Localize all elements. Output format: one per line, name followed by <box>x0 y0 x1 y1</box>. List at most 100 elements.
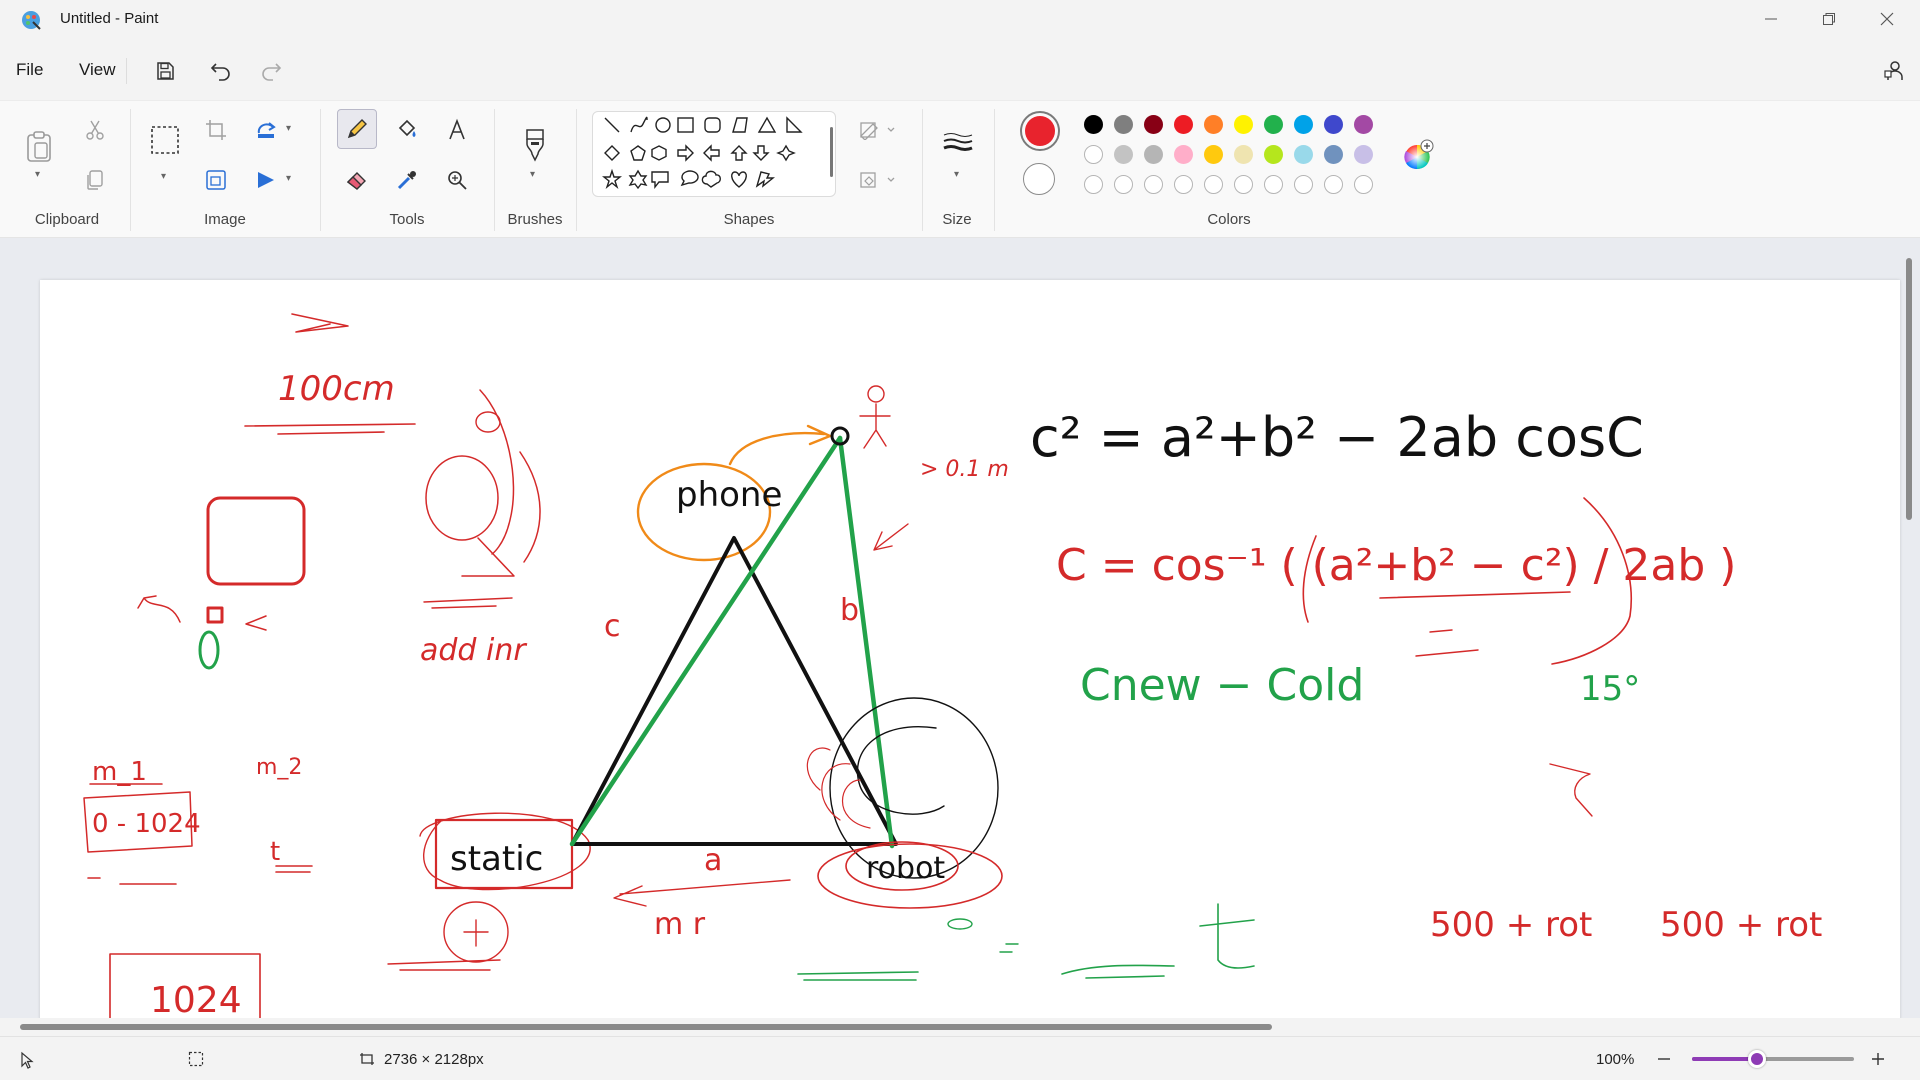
redo-button[interactable] <box>253 56 289 86</box>
minus-icon[interactable] <box>1656 1051 1672 1067</box>
color-swatch[interactable] <box>1354 145 1373 164</box>
shapes-grid <box>602 116 803 190</box>
curve-shape-icon <box>630 116 648 133</box>
copy-button[interactable] <box>78 163 112 197</box>
pencil-tool-button[interactable] <box>337 109 377 149</box>
label-side-c: c <box>604 609 621 644</box>
custom-color-slot[interactable] <box>1114 175 1133 194</box>
color-swatch[interactable] <box>1234 115 1253 134</box>
line-sketch <box>423 597 513 609</box>
file-menu[interactable]: File <box>16 60 43 80</box>
color-swatch[interactable] <box>1174 145 1193 164</box>
custom-color-slot[interactable] <box>1144 175 1163 194</box>
custom-color-slot[interactable] <box>1264 175 1283 194</box>
custom-color-slot[interactable] <box>1174 175 1193 194</box>
color-swatch[interactable] <box>1114 115 1133 134</box>
color-swatch[interactable] <box>1294 115 1313 134</box>
cut-button[interactable] <box>78 113 112 147</box>
shapes-scrollbar[interactable] <box>830 127 833 177</box>
drawing-canvas[interactable]: 100cm phone static robot a b c c² = a²+b… <box>40 280 1900 1018</box>
magnifier-button[interactable] <box>440 163 474 197</box>
color-swatch[interactable] <box>1264 115 1283 134</box>
five-point-star-shape-icon <box>602 168 622 190</box>
size-dropdown-icon[interactable]: ▾ <box>954 169 959 180</box>
phone-arrow <box>728 424 832 466</box>
color-swatch[interactable] <box>1144 145 1163 164</box>
color-swatch[interactable] <box>1144 115 1163 134</box>
color-swatch[interactable] <box>1114 145 1133 164</box>
flip-dropdown-icon[interactable]: ▾ <box>286 173 291 184</box>
vertical-scrollbar[interactable] <box>1906 258 1912 520</box>
custom-color-slot[interactable] <box>1204 175 1223 194</box>
custom-color-slot[interactable] <box>1354 175 1373 194</box>
size-button[interactable] <box>940 125 976 161</box>
view-menu[interactable]: View <box>79 60 116 80</box>
resize-button[interactable] <box>199 163 233 197</box>
line-shape-icon <box>604 117 620 133</box>
color-picker-button[interactable] <box>390 163 424 197</box>
eraser-tool-button[interactable] <box>340 163 374 197</box>
crop-button[interactable] <box>199 113 233 147</box>
account-button[interactable] <box>1876 56 1912 86</box>
cursor-icon <box>21 1051 34 1069</box>
down-arrow-shape-icon <box>752 145 770 161</box>
secondary-color-button[interactable] <box>1023 163 1055 195</box>
brush-icon <box>526 129 544 162</box>
shapes-group-label: Shapes <box>723 211 775 228</box>
shape-fill-button[interactable] <box>854 163 902 197</box>
color-swatch[interactable] <box>1084 145 1103 164</box>
label-m1: m_1 <box>92 757 147 787</box>
custom-color-slot[interactable] <box>1294 175 1313 194</box>
zoom-readout[interactable]: 100% <box>1596 1051 1634 1068</box>
crop-icon <box>206 120 226 140</box>
minimize-button[interactable] <box>1742 0 1800 38</box>
fill-tool-button[interactable] <box>390 113 424 147</box>
horizontal-scrollbar[interactable] <box>20 1024 1272 1030</box>
color-swatch[interactable] <box>1264 145 1283 164</box>
text-tool-button[interactable] <box>440 113 474 147</box>
plus-icon[interactable] <box>1870 1051 1886 1067</box>
label-inverse: C = cos⁻¹ ( (a²+b² − c²) / 2ab ) <box>1056 540 1736 591</box>
paste-button[interactable] <box>22 125 56 167</box>
shape-outline-button[interactable] <box>854 113 902 147</box>
custom-color-slot[interactable] <box>1324 175 1343 194</box>
custom-color-slot[interactable] <box>1234 175 1253 194</box>
color-swatch[interactable] <box>1084 115 1103 134</box>
color-swatch[interactable] <box>1234 145 1253 164</box>
brushes-dropdown-icon[interactable]: ▾ <box>530 169 535 180</box>
color-swatch[interactable] <box>1174 115 1193 134</box>
four-point-star-shape-icon <box>776 144 796 162</box>
close-button[interactable] <box>1858 0 1916 38</box>
color-swatch[interactable] <box>1204 145 1223 164</box>
label-phone: phone <box>676 475 782 515</box>
select-dropdown-icon[interactable]: ▾ <box>161 171 166 182</box>
color-swatch[interactable] <box>1354 115 1373 134</box>
primary-color-button[interactable] <box>1020 111 1060 151</box>
hexagon-shape-icon <box>651 145 667 161</box>
undo-button[interactable] <box>203 56 239 86</box>
color-swatch[interactable] <box>1324 145 1343 164</box>
magnifier-icon <box>448 171 467 190</box>
green-dash-2 <box>1061 964 1175 979</box>
zoom-slider-thumb[interactable] <box>1747 1050 1766 1068</box>
color-swatch[interactable] <box>1204 115 1223 134</box>
save-button[interactable] <box>147 56 183 86</box>
restore-button[interactable] <box>1800 0 1858 38</box>
five-sketch <box>1549 763 1593 817</box>
color-swatch[interactable] <box>1324 115 1343 134</box>
resize-icon <box>206 170 226 190</box>
select-button[interactable] <box>148 123 182 157</box>
size-group-label: Size <box>942 211 972 228</box>
color-swatch[interactable] <box>1294 145 1313 164</box>
canvas-workspace: 100cm phone static robot a b c c² = a²+b… <box>0 238 1920 1018</box>
rotate-dropdown-icon[interactable]: ▾ <box>286 123 291 134</box>
label-counter: 0 - 1024 <box>92 809 201 839</box>
flip-button[interactable] <box>249 163 283 197</box>
right-arrow-shape-icon <box>677 144 694 162</box>
brushes-button[interactable] <box>518 125 552 165</box>
custom-color-slot[interactable] <box>1084 175 1103 194</box>
rotate-button[interactable] <box>249 113 283 147</box>
rectangle-shape-icon <box>677 117 694 133</box>
edit-colors-button[interactable] <box>1400 137 1436 173</box>
paste-dropdown-icon[interactable]: ▾ <box>35 169 40 180</box>
